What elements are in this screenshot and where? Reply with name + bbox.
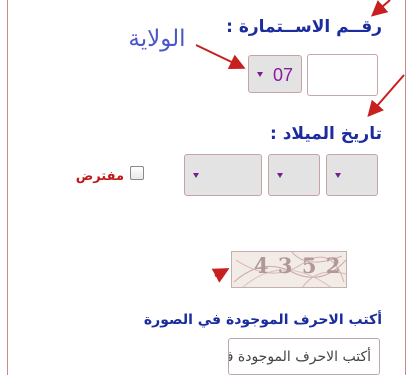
arrow-to-form-label xyxy=(370,0,391,17)
arrow-to-state-select xyxy=(195,44,246,70)
arrow-to-birth-date xyxy=(367,74,405,118)
annotation-arrows xyxy=(195,0,405,283)
arrow-to-captcha xyxy=(211,268,230,283)
